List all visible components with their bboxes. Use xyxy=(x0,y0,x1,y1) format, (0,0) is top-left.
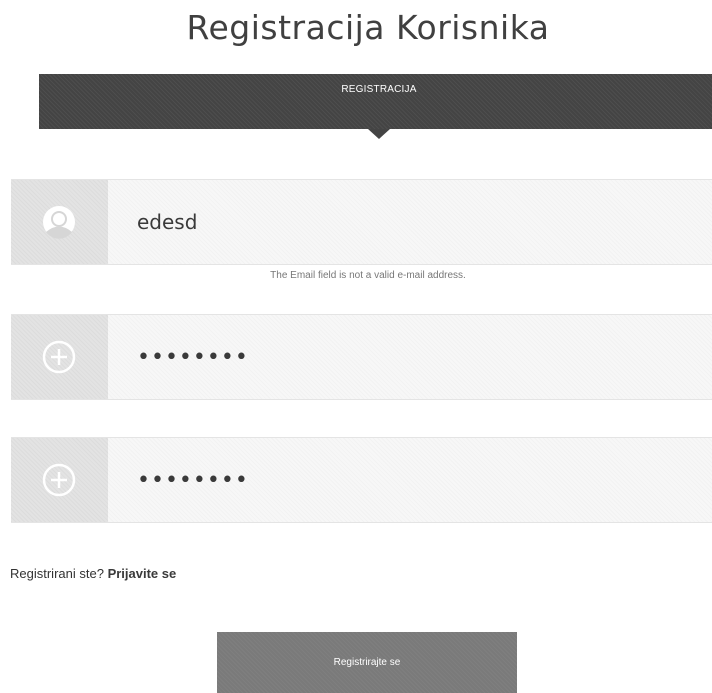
confirm-password-field-row xyxy=(11,437,712,523)
email-validation-message: The Email field is not a valid e-mail ad… xyxy=(270,270,466,281)
email-field[interactable] xyxy=(108,180,712,264)
plus-circle-icon xyxy=(11,315,108,399)
register-button[interactable]: Registrirajte se xyxy=(217,632,517,693)
registration-page: Registracija Korisnika REGISTRACIJA The … xyxy=(0,0,712,693)
confirm-password-field[interactable] xyxy=(108,438,712,522)
tab-bar: REGISTRACIJA xyxy=(39,74,712,129)
password-field-row xyxy=(11,314,712,400)
login-link[interactable]: Prijavite se xyxy=(108,566,177,581)
plus-circle-icon xyxy=(11,438,108,522)
active-tab-pointer xyxy=(368,129,390,139)
page-title: Registracija Korisnika xyxy=(186,8,550,47)
user-icon xyxy=(11,180,108,264)
tab-registracija[interactable]: REGISTRACIJA xyxy=(39,84,712,95)
password-field[interactable] xyxy=(108,315,712,399)
login-prompt: Registrirani ste? Prijavite se xyxy=(10,566,176,581)
email-field-row xyxy=(11,179,712,265)
login-prompt-text: Registrirani ste? xyxy=(10,566,104,581)
